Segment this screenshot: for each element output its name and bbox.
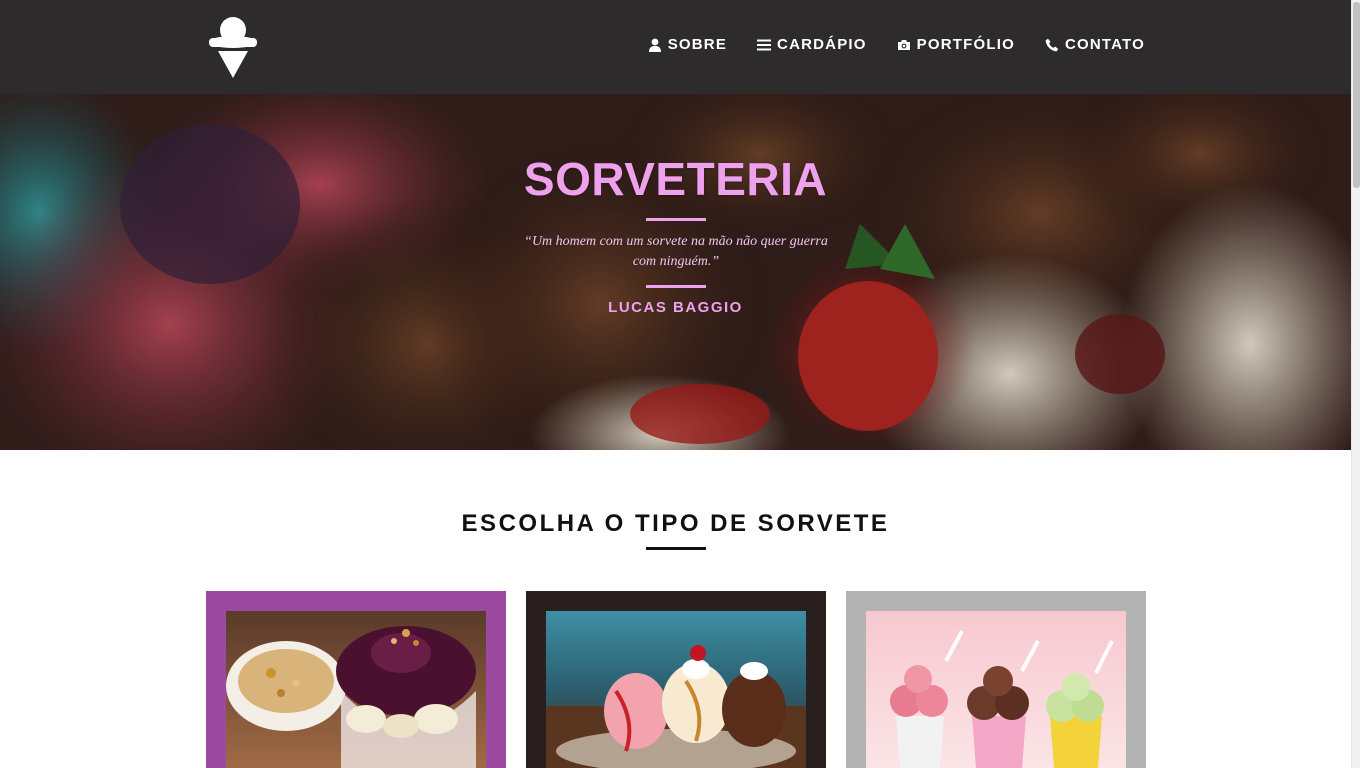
acai-bowl-photo [226, 611, 486, 768]
ice-cream-cone-icon[interactable] [208, 14, 260, 80]
camera-icon [897, 39, 910, 50]
nav-item-sobre[interactable]: SOBRE [648, 36, 727, 53]
ice-cream-cups-photo [866, 611, 1126, 768]
top-navbar: SOBRE CARDÁPIO PORTFÓLIO CONTATO [0, 0, 1351, 94]
nav-item-label: CARDÁPIO [777, 36, 867, 53]
scrollbar-thumb[interactable] [1353, 2, 1360, 188]
nav-item-cardapio[interactable]: CARDÁPIO [757, 36, 867, 53]
hero-quote: “Um homem com um sorvete na mão não quer… [524, 234, 828, 269]
phone-icon [1045, 38, 1059, 51]
hero-author: LUCAS BAGGIO [608, 299, 743, 316]
hero-divider [646, 285, 706, 288]
section-title: ESCOLHA O TIPO DE SORVETE [461, 510, 890, 537]
nav-item-label: PORTFÓLIO [916, 36, 1015, 53]
page-scrollbar[interactable] [1351, 0, 1360, 768]
card-copo[interactable] [846, 591, 1146, 768]
nav-item-portfolio[interactable]: PORTFÓLIO [897, 36, 1015, 53]
menu-lines-icon [757, 39, 772, 50]
nav-item-label: CONTATO [1064, 36, 1145, 53]
nav-item-contato[interactable]: CONTATO [1045, 36, 1145, 53]
user-icon [648, 38, 661, 52]
card-banana-split[interactable] [526, 591, 826, 768]
hero-banner: SORVETERIA “Um homem com um sorvete na m… [0, 94, 1351, 450]
hero-title: SORVETERIA [523, 153, 828, 205]
hero-background-image [0, 94, 1351, 450]
nav-item-label: SOBRE [667, 36, 728, 53]
section-divider [646, 547, 706, 550]
banana-split-photo [546, 611, 806, 768]
main-nav: SOBRE CARDÁPIO PORTFÓLIO CONTATO [648, 36, 1145, 53]
hero-divider [646, 218, 706, 221]
card-acai[interactable] [206, 591, 506, 768]
